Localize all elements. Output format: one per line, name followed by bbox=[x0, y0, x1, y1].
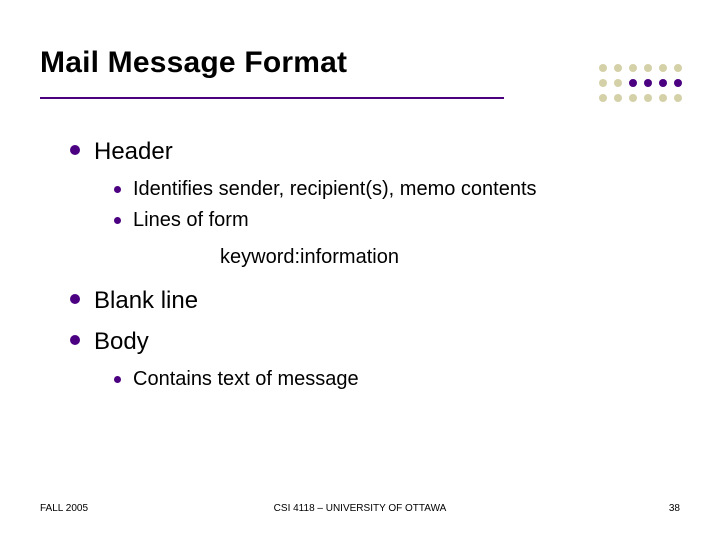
bullet-icon bbox=[114, 186, 121, 193]
bullet-icon bbox=[70, 335, 80, 345]
list-item: Contains text of message bbox=[114, 366, 670, 393]
dot-icon bbox=[599, 94, 607, 102]
dot-icon bbox=[674, 94, 682, 102]
slide-footer: FALL 2005 CSI 4118 – UNIVERSITY OF OTTAW… bbox=[40, 503, 680, 514]
dot-icon bbox=[659, 94, 667, 102]
list-item: Identifies sender, recipient(s), memo co… bbox=[114, 176, 670, 203]
list-item-label: Identifies sender, recipient(s), memo co… bbox=[133, 176, 537, 203]
list-item-label: Contains text of message bbox=[133, 366, 359, 393]
dot-icon bbox=[644, 94, 652, 102]
list-item-label: Blank line bbox=[94, 285, 198, 317]
list-item-label: Lines of form bbox=[133, 207, 249, 234]
dot-icon bbox=[659, 64, 667, 72]
slide-title: Mail Message Format bbox=[40, 46, 680, 80]
dot-icon bbox=[599, 79, 607, 87]
bullet-icon bbox=[70, 294, 80, 304]
list-item-label: Header bbox=[94, 136, 173, 168]
list-item: Blank line bbox=[70, 285, 670, 317]
dot-icon bbox=[674, 64, 682, 72]
dot-icon bbox=[659, 79, 667, 87]
footer-page-number: 38 bbox=[669, 503, 680, 514]
keyword-info-line: keyword:information bbox=[220, 244, 670, 271]
bullet-icon bbox=[70, 145, 80, 155]
sub-list: Identifies sender, recipient(s), memo co… bbox=[114, 176, 670, 234]
list-item: Lines of form bbox=[114, 207, 670, 234]
dot-icon bbox=[614, 79, 622, 87]
dot-icon bbox=[644, 64, 652, 72]
dot-icon bbox=[614, 64, 622, 72]
list-item: Header bbox=[70, 136, 670, 168]
dot-icon bbox=[629, 64, 637, 72]
decorative-dots bbox=[599, 64, 682, 109]
dot-icon bbox=[629, 94, 637, 102]
bullet-icon bbox=[114, 376, 121, 383]
bullet-icon bbox=[114, 217, 121, 224]
dot-icon bbox=[644, 79, 652, 87]
list-item: Body bbox=[70, 326, 670, 358]
dot-icon bbox=[674, 79, 682, 87]
footer-center: CSI 4118 – UNIVERSITY OF OTTAWA bbox=[40, 503, 680, 514]
dot-icon bbox=[629, 79, 637, 87]
title-underline bbox=[40, 97, 504, 99]
slide-title-wrap: Mail Message Format bbox=[40, 46, 680, 80]
sub-list: Contains text of message bbox=[114, 366, 670, 393]
dot-icon bbox=[614, 94, 622, 102]
slide-content: Header Identifies sender, recipient(s), … bbox=[70, 136, 670, 403]
list-item-label: Body bbox=[94, 326, 149, 358]
dot-icon bbox=[599, 64, 607, 72]
